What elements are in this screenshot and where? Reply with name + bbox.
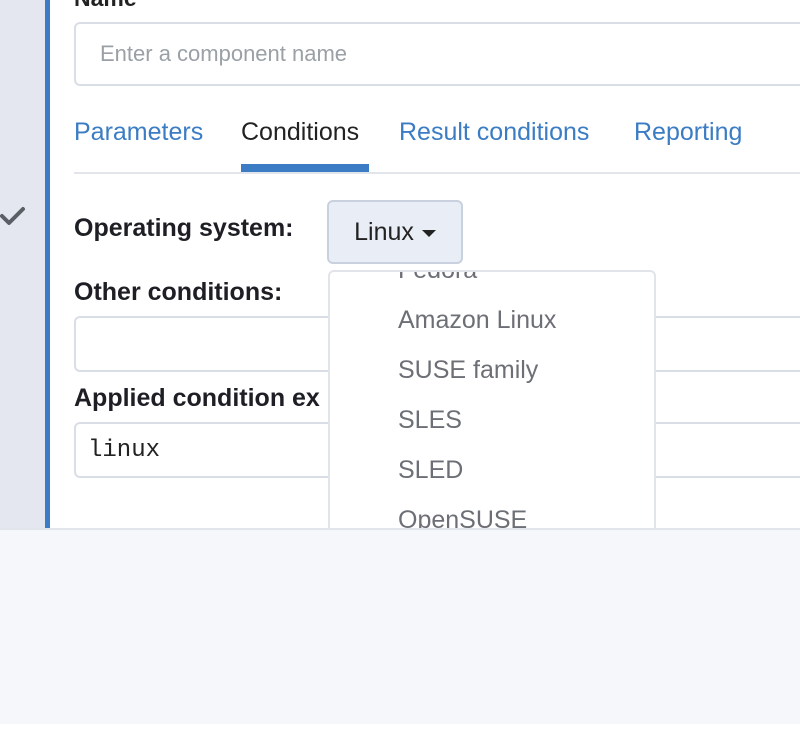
menu-item-fedora[interactable]: Fedora xyxy=(398,272,477,285)
other-conditions-label: Other conditions: xyxy=(74,278,283,306)
tab-reporting[interactable]: Reporting xyxy=(634,118,742,147)
left-rail xyxy=(0,0,45,528)
menu-item-suse-family[interactable]: SUSE family xyxy=(398,356,538,385)
os-dropdown-menu: Fedora Amazon Linux SUSE family SLES SLE… xyxy=(328,270,656,528)
check-icon xyxy=(0,207,25,225)
caret-down-icon xyxy=(421,229,436,237)
os-dropdown[interactable]: Linux xyxy=(327,200,463,264)
tab-result-conditions[interactable]: Result conditions xyxy=(399,118,589,147)
active-tab-underline xyxy=(241,164,369,172)
component-name-input[interactable] xyxy=(74,22,800,86)
os-label: Operating system: xyxy=(74,214,294,242)
menu-item-sles[interactable]: SLES xyxy=(398,406,462,435)
tab-conditions[interactable]: Conditions xyxy=(241,118,359,147)
os-dropdown-value: Linux xyxy=(354,217,414,246)
page-background xyxy=(0,528,800,724)
tab-parameters[interactable]: Parameters xyxy=(74,118,203,147)
applied-condition-label: Applied condition ex xyxy=(74,384,320,412)
component-form: Name Parameters Conditions Result condit… xyxy=(50,0,800,528)
name-label: Name xyxy=(74,0,137,10)
tab-bar: Parameters Conditions Result conditions … xyxy=(74,106,800,174)
menu-item-amazon-linux[interactable]: Amazon Linux xyxy=(398,306,556,335)
menu-item-opensuse[interactable]: OpenSUSE xyxy=(398,506,527,528)
menu-item-sled[interactable]: SLED xyxy=(398,456,463,485)
